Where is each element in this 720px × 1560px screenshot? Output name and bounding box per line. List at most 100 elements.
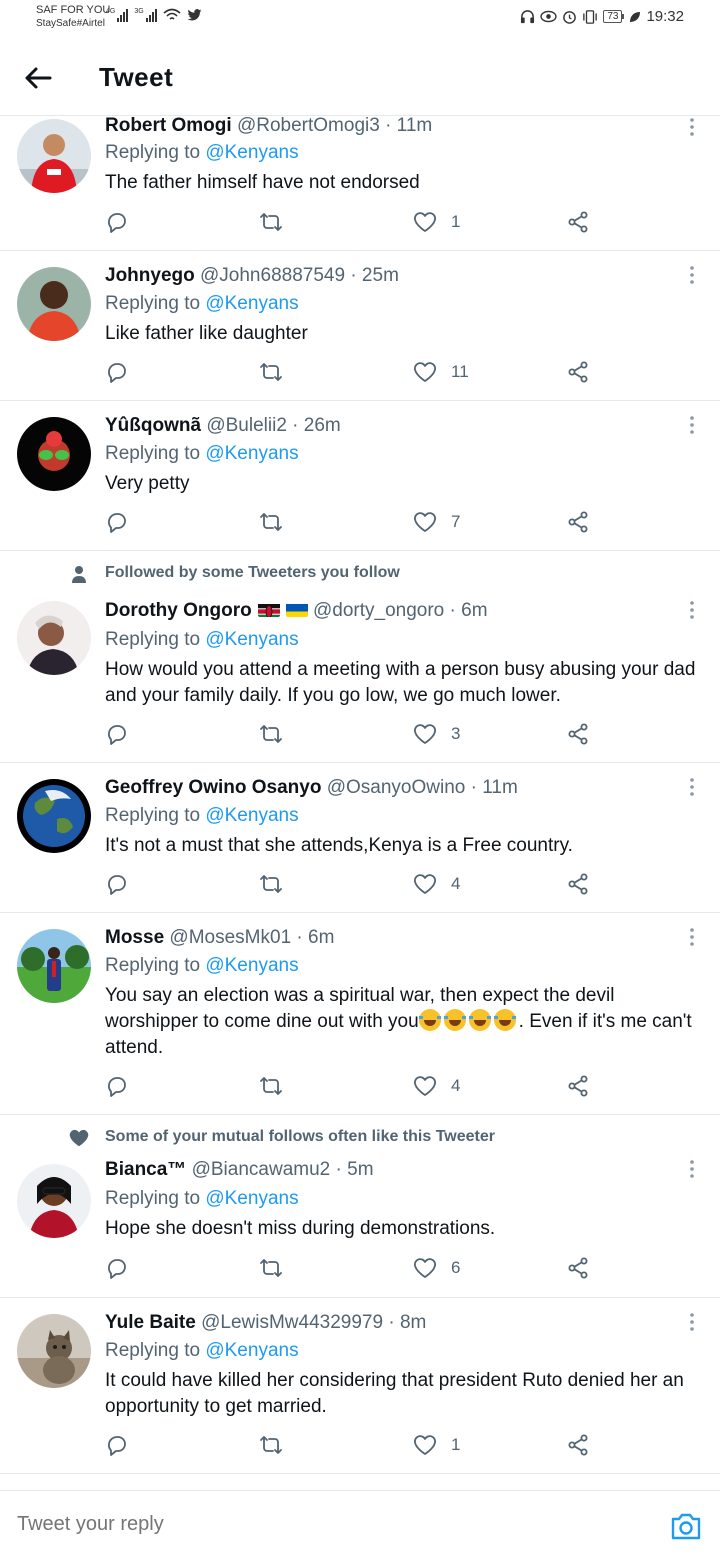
more-options-icon[interactable]: [688, 600, 696, 620]
retweet-button[interactable]: [259, 359, 283, 385]
tweet[interactable]: Robert Omogi @RobertOmogi3 · 11m Replyin…: [0, 115, 720, 251]
retweet-button[interactable]: [259, 871, 283, 897]
user-handle[interactable]: @John68887549: [200, 265, 345, 286]
heart-icon: [414, 724, 436, 744]
avatar[interactable]: [17, 1314, 91, 1388]
reply-input[interactable]: [17, 1513, 617, 1536]
mention-link[interactable]: @Kenyans: [205, 629, 298, 650]
status-bar: SAF FOR YOU StaySafe#Airtel 4G 3G 73 19:…: [0, 0, 720, 34]
retweet-button[interactable]: [259, 509, 283, 535]
display-name[interactable]: Mosse: [105, 927, 164, 948]
more-options-icon[interactable]: [688, 117, 696, 137]
mention-link[interactable]: @Kenyans: [205, 805, 298, 826]
more-options-icon[interactable]: [688, 265, 696, 285]
share-button[interactable]: [566, 509, 590, 535]
display-name[interactable]: Robert Omogi: [105, 115, 232, 136]
user-handle[interactable]: @dorty_ongoro: [313, 600, 444, 621]
more-options-icon[interactable]: [688, 1159, 696, 1179]
more-options-icon[interactable]: [688, 415, 696, 435]
share-button[interactable]: [566, 721, 590, 747]
reply-button[interactable]: [105, 1255, 129, 1281]
avatar[interactable]: [17, 929, 91, 1003]
vibrate-icon: [583, 9, 598, 24]
user-handle[interactable]: @LewisMw44329979: [201, 1312, 383, 1333]
reply-button[interactable]: [105, 871, 129, 897]
tweet[interactable]: Yule Baite @LewisMw44329979 · 8m Replyin…: [0, 1298, 720, 1474]
display-name[interactable]: Yûßqownã: [105, 415, 201, 436]
reply-button[interactable]: [105, 721, 129, 747]
share-button[interactable]: [566, 1255, 590, 1281]
display-name[interactable]: Yule Baite: [105, 1312, 196, 1333]
more-options-icon[interactable]: [688, 777, 696, 797]
user-handle[interactable]: @OsanyoOwino: [327, 777, 466, 798]
mention-link[interactable]: @Kenyans: [205, 955, 298, 976]
retweet-button[interactable]: [259, 1073, 283, 1099]
avatar[interactable]: [17, 601, 91, 675]
like-button[interactable]: 3: [413, 721, 460, 747]
tweet[interactable]: Geoffrey Owino Osanyo @OsanyoOwino · 11m…: [0, 763, 720, 913]
share-icon: [568, 361, 588, 383]
reply-button[interactable]: [105, 359, 129, 385]
like-button[interactable]: 1: [413, 1432, 460, 1458]
user-handle[interactable]: @MosesMk01: [169, 927, 291, 948]
avatar[interactable]: [17, 267, 91, 341]
user-handle[interactable]: @Bulelii2: [206, 415, 287, 436]
like-button[interactable]: 11: [413, 359, 469, 385]
share-button[interactable]: [566, 871, 590, 897]
tweet-text: Like father like daughter: [105, 323, 308, 344]
replying-to: Replying to @Kenyans: [105, 1340, 299, 1361]
user-handle[interactable]: @RobertOmogi3: [237, 115, 380, 136]
tweet[interactable]: Yûßqownã @Bulelii2 · 26m Replying to @Ke…: [0, 401, 720, 551]
reply-button[interactable]: [105, 209, 129, 235]
display-name[interactable]: Bianca™: [105, 1159, 186, 1180]
mention-link[interactable]: @Kenyans: [205, 293, 298, 314]
like-button[interactable]: 6: [413, 1255, 460, 1281]
display-name[interactable]: Johnyego: [105, 265, 195, 286]
display-name[interactable]: Dorothy Ongoro: [105, 600, 252, 621]
like-count: 1: [451, 1435, 461, 1454]
like-count: 3: [451, 724, 461, 743]
avatar[interactable]: [17, 119, 91, 193]
tweet[interactable]: Followed by some Tweeters you follow Dor…: [0, 551, 720, 763]
mention-link[interactable]: @Kenyans: [205, 1340, 298, 1361]
display-name[interactable]: Geoffrey Owino Osanyo: [105, 777, 321, 798]
share-button[interactable]: [566, 1073, 590, 1099]
replies-feed: Robert Omogi @RobertOmogi3 · 11m Replyin…: [0, 115, 720, 1474]
back-arrow-icon[interactable]: [22, 62, 54, 94]
avatar[interactable]: [17, 417, 91, 491]
reply-icon: [108, 363, 126, 383]
like-button[interactable]: 4: [413, 1073, 460, 1099]
like-button[interactable]: 1: [413, 209, 460, 235]
tweet[interactable]: Johnyego @John68887549 · 25m Replying to…: [0, 251, 720, 401]
reply-button[interactable]: [105, 1073, 129, 1099]
tweet-text: You say an election was a spiritual war,…: [105, 985, 692, 1058]
retweet-button[interactable]: [259, 721, 283, 747]
reply-button[interactable]: [105, 1432, 129, 1458]
tears-of-joy-emoji-icon: [468, 1009, 491, 1031]
like-count: 6: [451, 1258, 461, 1277]
tweet-actions: 6: [105, 1255, 605, 1281]
like-button[interactable]: 4: [413, 871, 460, 897]
retweet-button[interactable]: [259, 1432, 283, 1458]
replying-to: Replying to @Kenyans: [105, 293, 299, 314]
retweet-button[interactable]: [259, 1255, 283, 1281]
avatar[interactable]: [17, 1164, 91, 1238]
more-options-icon[interactable]: [688, 1312, 696, 1332]
like-button[interactable]: 7: [413, 509, 460, 535]
mention-link[interactable]: @Kenyans: [205, 443, 298, 464]
share-button[interactable]: [566, 359, 590, 385]
camera-icon[interactable]: [670, 1511, 702, 1541]
tweet[interactable]: Mosse @MosesMk01 · 6m Replying to @Kenya…: [0, 913, 720, 1115]
tweet-header: Mosse @MosesMk01 · 6m: [105, 926, 334, 950]
avatar[interactable]: [17, 779, 91, 853]
tweet-header: Johnyego @John68887549 · 25m: [105, 264, 399, 288]
reply-button[interactable]: [105, 509, 129, 535]
mention-link[interactable]: @Kenyans: [205, 1188, 298, 1209]
tweet[interactable]: Some of your mutual follows often like t…: [0, 1115, 720, 1298]
retweet-button[interactable]: [259, 209, 283, 235]
share-button[interactable]: [566, 1432, 590, 1458]
share-button[interactable]: [566, 209, 590, 235]
more-options-icon[interactable]: [688, 927, 696, 947]
mention-link[interactable]: @Kenyans: [205, 142, 298, 163]
user-handle[interactable]: @Biancawamu2: [192, 1159, 331, 1180]
